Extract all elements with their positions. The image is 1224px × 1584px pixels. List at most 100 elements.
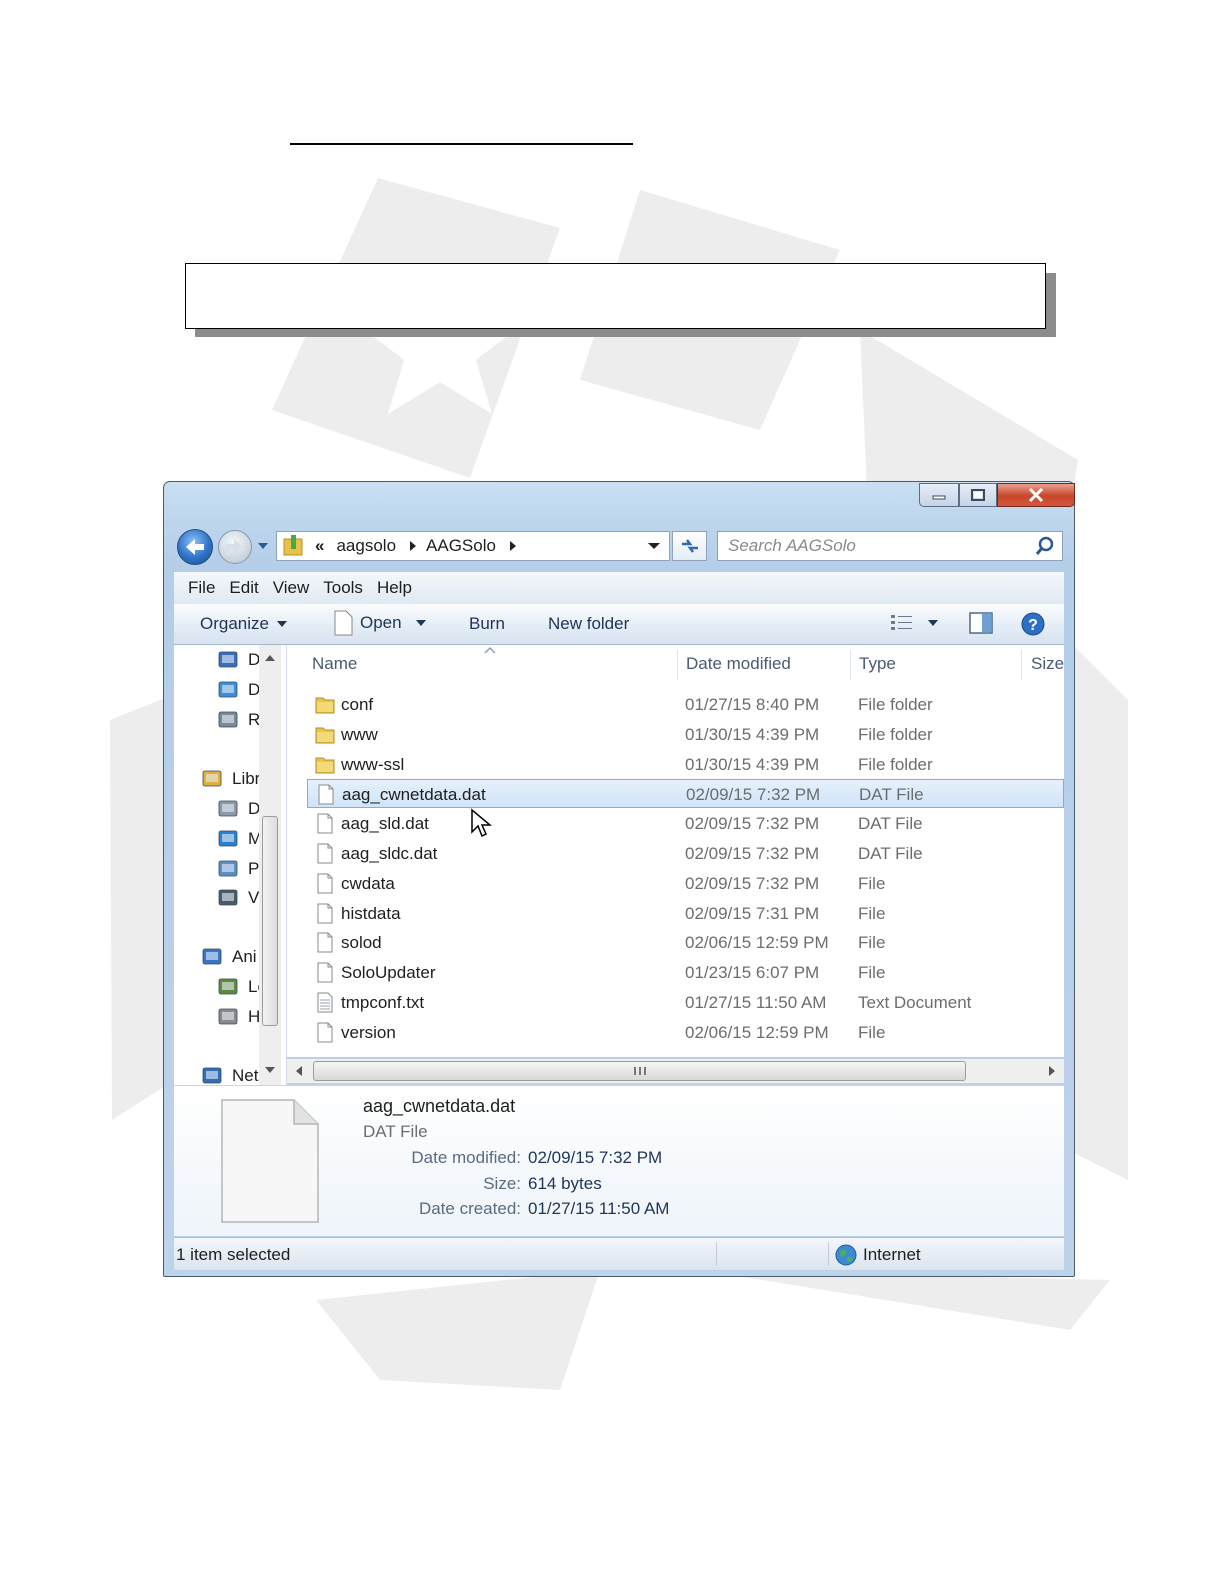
nav-item[interactable]: Ani	[200, 945, 257, 969]
help-button[interactable]: ?	[1020, 611, 1046, 637]
search-input[interactable]	[718, 535, 1034, 557]
horizontal-scroll-thumb[interactable]	[313, 1061, 966, 1081]
file-row[interactable]: SoloUpdater 01/23/15 6:07 PM File	[307, 958, 1064, 987]
column-header-type[interactable]: Type	[859, 654, 896, 674]
nav-item[interactable]: R	[216, 708, 260, 732]
address-history-dropdown-icon[interactable]	[647, 541, 661, 551]
new-folder-button[interactable]: New folder	[548, 614, 629, 634]
folder-icon	[315, 757, 335, 774]
search-box[interactable]	[717, 531, 1063, 561]
maximize-icon	[971, 489, 985, 501]
refresh-button[interactable]	[672, 531, 707, 561]
open-button[interactable]: Open	[332, 610, 426, 636]
scroll-right-icon[interactable]	[1042, 1059, 1062, 1083]
nav-item[interactable]: Libr	[200, 767, 260, 791]
menu-file[interactable]: File	[188, 578, 215, 598]
file-row[interactable]: aag_cwnetdata.dat 02/09/15 7:32 PM DAT Fil…	[307, 779, 1064, 808]
preview-pane-icon	[969, 612, 993, 634]
address-overflow-chevron[interactable]: «	[315, 536, 324, 556]
nav-item[interactable]: Net	[200, 1064, 258, 1085]
local-disk-icon	[218, 978, 238, 995]
recent-pages-dropdown-icon[interactable]	[257, 541, 269, 551]
burn-button[interactable]: Burn	[469, 614, 505, 634]
close-button[interactable]	[997, 483, 1075, 507]
view-list-icon	[891, 615, 912, 630]
column-header-date-modified[interactable]: Date modified	[686, 654, 791, 674]
file-row[interactable]: www 01/30/15 4:39 PM File folder	[307, 720, 1064, 749]
column-separator[interactable]	[1021, 650, 1022, 680]
details-size: 614 bytes	[528, 1174, 602, 1193]
file-row[interactable]: aag_sldc.dat 02/09/15 7:32 PM DAT File	[307, 839, 1064, 868]
file-row[interactable]: aag_sld.dat 02/09/15 7:32 PM DAT File	[307, 809, 1064, 838]
address-segment-aagsolo[interactable]: aagsolo	[336, 536, 396, 556]
file-type: File	[858, 1023, 886, 1042]
file-date-modified: 02/09/15 7:32 PM	[686, 785, 821, 804]
nav-item[interactable]: H	[216, 1005, 260, 1029]
file-date-modified: 02/06/15 12:59 PM	[685, 933, 829, 952]
file-row[interactable]: solod 02/06/15 12:59 PM File	[307, 928, 1064, 957]
file-row[interactable]: tmpconf.txt 01/27/15 11:50 AM Text Documen…	[307, 988, 1064, 1017]
preview-pane-button[interactable]	[968, 611, 994, 635]
file-icon	[317, 962, 333, 983]
column-separator[interactable]	[677, 650, 678, 680]
documents-icon	[218, 800, 238, 817]
file-icon	[317, 813, 333, 834]
text-file-icon	[317, 992, 333, 1013]
menu-edit[interactable]: Edit	[229, 578, 258, 598]
column-separator[interactable]	[850, 650, 851, 680]
nav-item[interactable]: M	[216, 827, 262, 851]
navigation-pane-scroll-thumb[interactable]	[262, 816, 278, 1026]
address-bar[interactable]: « aagsolo AAGSolo	[276, 531, 670, 561]
grip-icon	[634, 1067, 646, 1075]
svg-text:?: ?	[1028, 617, 1038, 634]
nav-item[interactable]: P	[216, 857, 259, 881]
file-name: aag_sld.dat	[341, 814, 429, 833]
file-row[interactable]: histdata 02/09/15 7:31 PM File	[307, 899, 1064, 928]
file-name: tmpconf.txt	[341, 993, 425, 1012]
menu-help[interactable]: Help	[377, 578, 412, 598]
back-button[interactable]	[177, 529, 213, 565]
minimize-button[interactable]	[919, 483, 959, 507]
file-row[interactable]: www-ssl 01/30/15 4:39 PM File folder	[307, 750, 1064, 779]
file-icon	[317, 1022, 333, 1043]
file-name: solod	[341, 933, 382, 952]
file-date-modified: 02/09/15 7:32 PM	[685, 874, 820, 893]
file-type: File	[858, 963, 886, 982]
maximize-button[interactable]	[959, 483, 997, 507]
nav-item-label: P	[248, 859, 260, 878]
nav-item[interactable]: D	[216, 797, 260, 821]
folder-icon	[315, 697, 335, 714]
nav-item[interactable]: V	[216, 886, 259, 910]
nav-item-label: Net	[232, 1066, 259, 1085]
details-date-created-label: Date created:	[418, 1199, 521, 1218]
breadcrumb-arrow-icon[interactable]	[506, 540, 520, 552]
details-file-name: aag_cwnetdata.dat	[363, 1096, 516, 1116]
file-row[interactable]: conf 01/27/15 8:40 PM File folder	[307, 690, 1064, 719]
scroll-up-icon[interactable]	[259, 647, 281, 669]
file-row[interactable]: version 02/06/15 12:59 PM File	[307, 1018, 1064, 1047]
column-header-name[interactable]: Name	[312, 654, 357, 674]
column-header-size[interactable]: Size	[1031, 654, 1064, 674]
file-date-modified: 02/09/15 7:32 PM	[685, 814, 820, 833]
refresh-icon	[681, 539, 698, 553]
breadcrumb-arrow-icon[interactable]	[406, 540, 420, 552]
menu-view[interactable]: View	[273, 578, 310, 598]
file-type: DAT File	[859, 785, 924, 804]
search-icon[interactable]	[1034, 535, 1056, 557]
file-date-modified: 01/27/15 11:50 AM	[685, 993, 827, 1012]
scroll-down-icon[interactable]	[259, 1059, 281, 1081]
file-name: aag_cwnetdata.dat	[342, 785, 486, 804]
dropdown-arrow-icon	[928, 620, 938, 626]
organize-button[interactable]: Organize	[200, 614, 287, 634]
scroll-left-icon[interactable]	[289, 1059, 309, 1083]
details-date-created: 01/27/15 11:50 AM	[528, 1199, 670, 1218]
forward-button[interactable]	[218, 530, 252, 564]
file-name: version	[341, 1023, 396, 1042]
details-date-modified: 02/09/15 7:32 PM	[528, 1148, 663, 1167]
address-segment-AAGSolo[interactable]: AAGSolo	[426, 536, 496, 556]
change-view-button[interactable]	[890, 613, 938, 633]
nav-item[interactable]: D	[216, 648, 260, 672]
menu-tools[interactable]: Tools	[323, 578, 363, 598]
file-row[interactable]: cwdata 02/09/15 7:32 PM File	[307, 869, 1064, 898]
nav-item[interactable]: D	[216, 678, 260, 702]
